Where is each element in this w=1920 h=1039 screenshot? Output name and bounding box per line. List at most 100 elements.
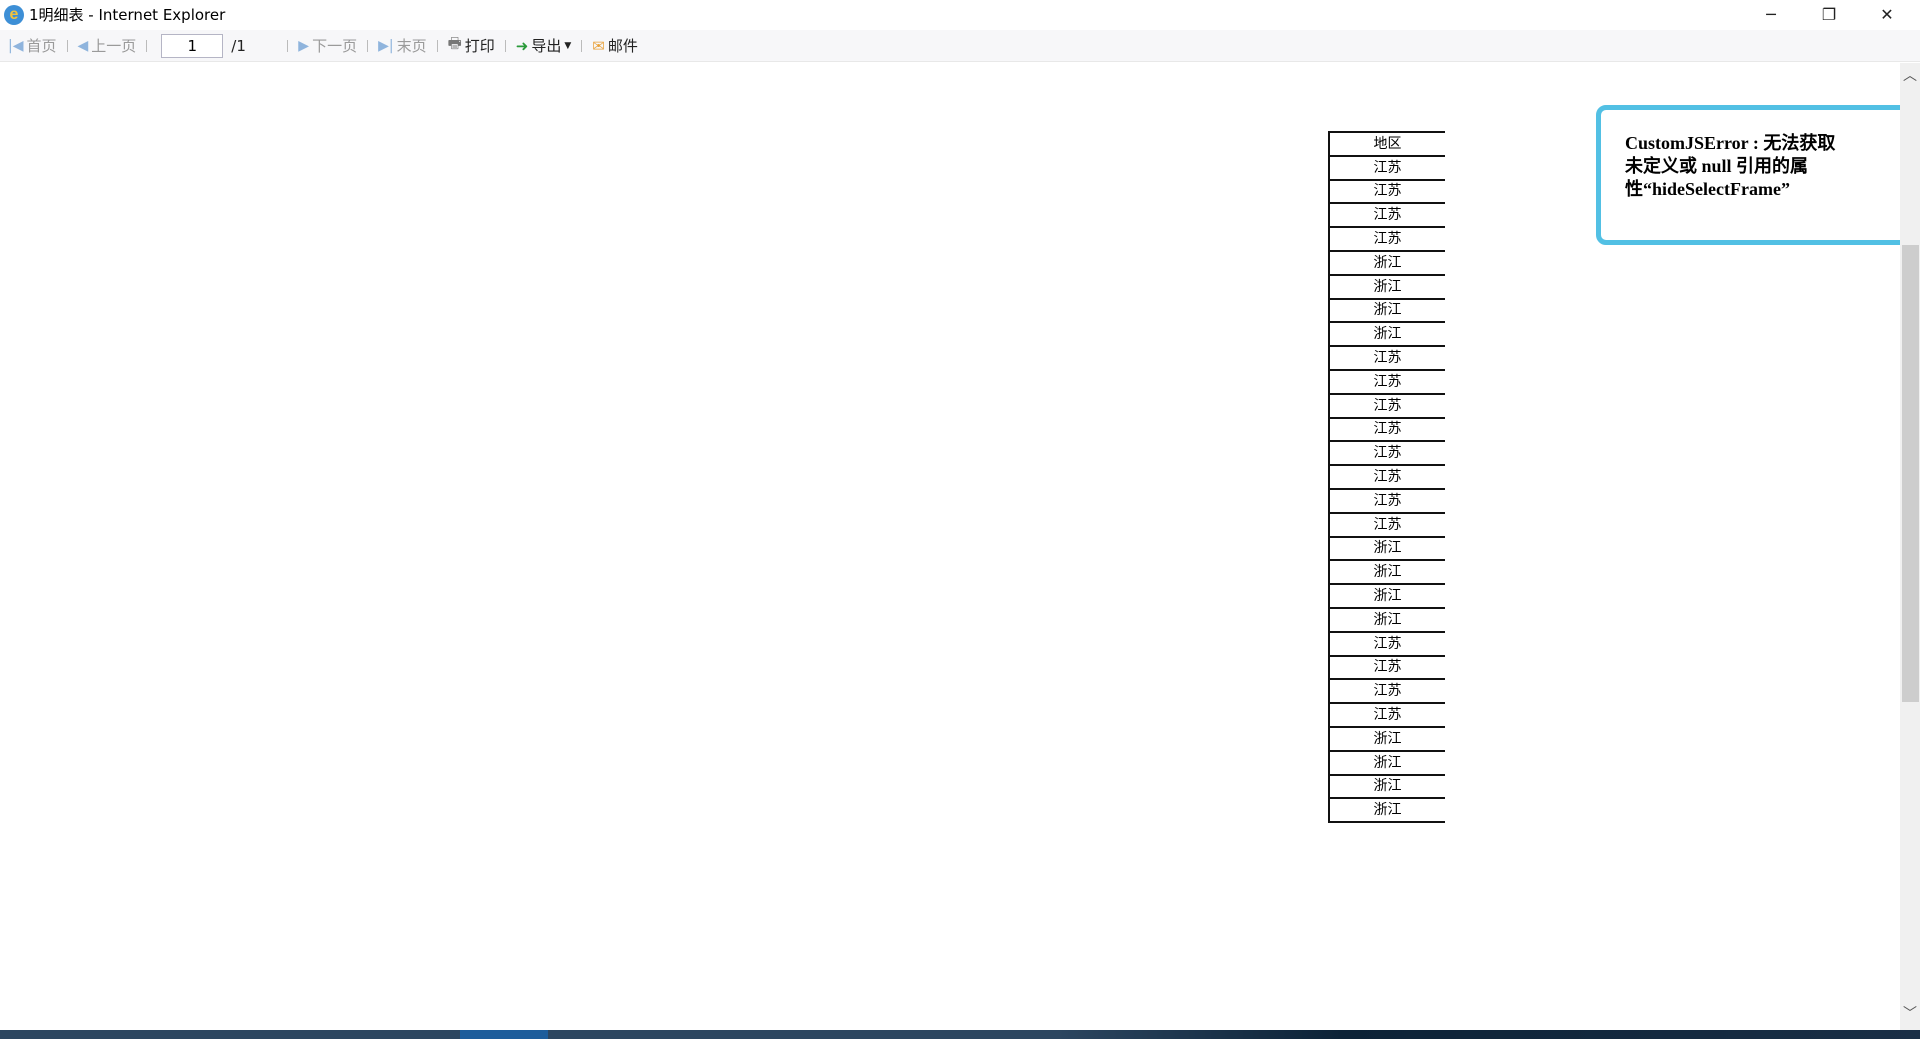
region-cell: 江苏 [1328,440,1445,466]
mail-button[interactable]: ✉ 邮件 [588,35,642,56]
last-page-icon: ▶| [378,37,394,54]
region-cell: 江苏 [1328,464,1445,489]
region-cell: 浙江 [1328,535,1445,561]
region-cell: 江苏 [1328,654,1445,680]
printer-icon: 🖶 [447,34,462,52]
dropdown-caret-icon: ▼ [564,40,572,51]
column-header-region: 地区 [1328,131,1445,156]
table-row: 江苏 [1328,202,1445,228]
region-cell: 浙江 [1328,749,1445,775]
page-total: /1 [231,36,246,55]
region-cell: 江苏 [1328,226,1445,251]
region-cell: 江苏 [1328,202,1445,228]
table-row: 江苏 [1328,511,1445,537]
divider [436,39,438,52]
region-cell: 浙江 [1328,297,1445,323]
taskbar [0,1030,1920,1039]
region-cell: 江苏 [1328,416,1445,442]
taskbar-active-app[interactable] [460,1030,548,1039]
table-row: 江苏 [1328,630,1445,656]
region-cell: 江苏 [1328,154,1445,180]
table-row: 江苏 [1328,178,1445,204]
table-row: 江苏 [1328,654,1445,680]
region-cell: 浙江 [1328,773,1445,799]
close-button[interactable]: ✕ [1858,0,1916,29]
next-page-label: 下一页 [312,37,358,55]
region-cell: 浙江 [1328,606,1445,632]
table-row: 浙江 [1328,535,1445,561]
export-label: 导出 [531,37,562,55]
vertical-scrollbar[interactable]: ︿ ﹀ [1900,63,1920,1030]
table-row: 江苏 [1328,392,1445,418]
page-number-input[interactable]: 1 [161,33,224,58]
divider [66,39,68,52]
table-row: 浙江 [1328,606,1445,632]
next-icon: ▶ [298,37,310,54]
table-header-row: 地区 [1328,131,1445,156]
divider [287,39,289,52]
table-row: 浙江 [1328,297,1445,323]
divider [581,39,583,52]
table-row: 浙江 [1328,321,1445,347]
region-cell: 浙江 [1328,797,1445,824]
table-row: 江苏 [1328,154,1445,180]
table-row: 江苏 [1328,464,1445,489]
scroll-up-icon[interactable]: ︿ [1900,65,1920,85]
table-row: 江苏 [1328,487,1445,513]
table-row: 江苏 [1328,678,1445,704]
prev-page-label: 上一页 [91,37,137,55]
mail-icon: ✉ [592,36,605,55]
region-cell: 江苏 [1328,702,1445,727]
first-page-label: 首页 [26,37,57,55]
table-row: 浙江 [1328,273,1445,299]
last-page-label: 末页 [396,37,427,55]
table-row: 江苏 [1328,226,1445,251]
export-icon: ➜ [515,36,529,55]
region-table: 地区 江苏 江苏 江苏 江苏 浙江 浙江 浙江 浙江 江苏 江苏 江苏 江苏 江苏 江苏 江苏 江苏 浙江 浙江 浙江… [1328,131,1445,824]
print-label: 打印 [464,37,495,55]
scroll-down-icon[interactable]: ﹀ [1900,1003,1920,1023]
minimize-button[interactable]: ─ [1742,0,1800,29]
internet-explorer-icon: e [4,4,24,25]
mail-label: 邮件 [607,37,638,55]
region-cell: 浙江 [1328,583,1445,608]
region-cell: 江苏 [1328,630,1445,656]
table-row: 江苏 [1328,416,1445,442]
divider [367,39,369,52]
error-message: CustomJSError : 无法获取未定义或 null 引用的属性“hide… [1625,133,1836,199]
region-cell: 江苏 [1328,178,1445,204]
export-button[interactable]: ➜ 导出 ▼ [512,35,576,56]
table-row: 浙江 [1328,559,1445,585]
next-page-button[interactable]: ▶ 下一页 [294,35,361,56]
table-row: 浙江 [1328,773,1445,799]
prev-icon: ◀ [77,37,89,54]
title-bar: e 1明细表 - Internet Explorer ─ ❐ ✕ [0,0,1920,29]
table-row: 江苏 [1328,368,1445,394]
table-row: 浙江 [1328,797,1445,824]
table-row: 浙江 [1328,749,1445,775]
region-cell: 浙江 [1328,249,1445,275]
print-button[interactable]: 🖶 打印 [444,33,499,58]
divider [146,39,148,52]
scrollbar-thumb[interactable] [1902,245,1919,702]
table-row: 浙江 [1328,725,1445,751]
first-page-button[interactable]: |◀ 首页 [4,35,61,56]
last-page-button[interactable]: ▶| 末页 [374,35,431,56]
table-row: 江苏 [1328,440,1445,466]
restore-button[interactable]: ❐ [1800,0,1858,29]
region-cell: 江苏 [1328,368,1445,394]
region-cell: 浙江 [1328,273,1445,299]
region-cell: 江苏 [1328,511,1445,537]
region-cell: 浙江 [1328,559,1445,585]
region-cell: 江苏 [1328,487,1445,513]
error-popup: CustomJSError : 无法获取未定义或 null 引用的属性“hide… [1596,105,1920,245]
region-cell: 浙江 [1328,725,1445,751]
region-cell: 江苏 [1328,345,1445,370]
first-page-icon: |◀ [8,37,24,54]
prev-page-button[interactable]: ◀ 上一页 [74,35,141,56]
region-cell: 江苏 [1328,678,1445,704]
region-cell: 浙江 [1328,321,1445,347]
report-toolbar: |◀ 首页 ◀ 上一页 1 /1 ▶ 下一页 ▶| 末页 🖶 打印 ➜ 导出 ▼ ✉ 邮件 [0,30,1920,62]
table-row: 江苏 [1328,702,1445,727]
window-title: 1明细表 - Internet Explorer [29,6,226,24]
